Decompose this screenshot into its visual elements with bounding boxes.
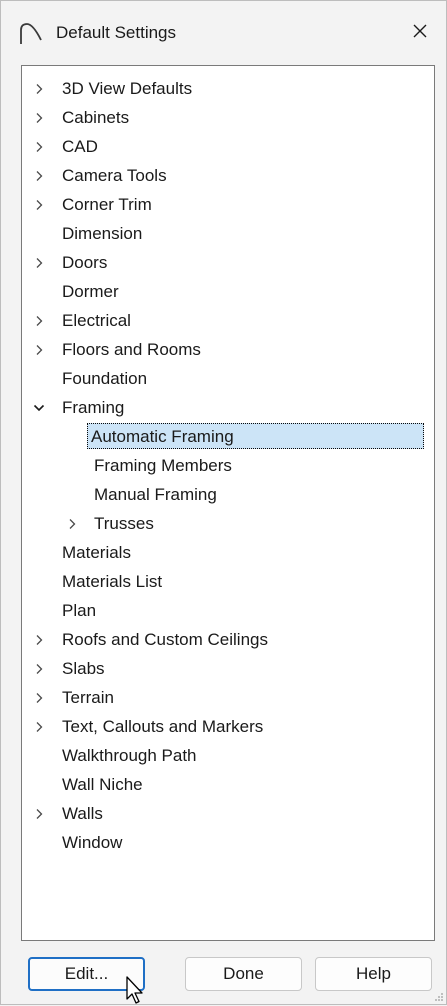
- chevron-down-icon[interactable]: [31, 395, 47, 421]
- chevron-right-icon[interactable]: [31, 627, 47, 653]
- chevron-right-icon[interactable]: [31, 337, 47, 363]
- tree-item[interactable]: Materials List: [22, 569, 434, 595]
- tree-item[interactable]: Roofs and Custom Ceilings: [22, 627, 434, 653]
- tree-item-label: Window: [62, 833, 123, 852]
- done-button[interactable]: Done: [185, 957, 302, 991]
- tree-item[interactable]: Terrain: [22, 685, 434, 711]
- tree-item[interactable]: Slabs: [22, 656, 434, 682]
- tree-item-label: Camera Tools: [62, 166, 167, 185]
- chevron-right-icon[interactable]: [31, 801, 47, 827]
- tree-item-label: Doors: [62, 253, 108, 272]
- tree-item-label: Cabinets: [62, 108, 130, 127]
- tree-item-label: Materials List: [62, 572, 163, 591]
- tree-item[interactable]: Foundation: [22, 366, 434, 392]
- tree-item-label: Dormer: [62, 282, 119, 301]
- chevron-right-icon[interactable]: [31, 105, 47, 131]
- chevron-right-icon[interactable]: [31, 192, 47, 218]
- edit-button[interactable]: Edit...: [28, 957, 145, 991]
- close-button[interactable]: [400, 13, 440, 49]
- tree-item[interactable]: Cabinets: [22, 105, 434, 131]
- tree-item[interactable]: Walls: [22, 801, 434, 827]
- tree-item[interactable]: 3D View Defaults: [22, 76, 434, 102]
- close-icon: [413, 24, 427, 38]
- tree-item-label: Terrain: [62, 688, 114, 707]
- tree-item-label: Floors and Rooms: [62, 340, 201, 359]
- tree-item-label: Text, Callouts and Markers: [62, 717, 264, 736]
- tree-item[interactable]: Camera Tools: [22, 163, 434, 189]
- tree-item-label: Trusses: [94, 514, 154, 533]
- tree-item-label: Framing: [62, 398, 125, 417]
- window-title: Default Settings: [56, 23, 177, 42]
- tree-item[interactable]: Window: [22, 830, 434, 856]
- help-button[interactable]: Help: [315, 957, 432, 991]
- tree-item-label: Wall Niche: [62, 775, 143, 794]
- chevron-right-icon[interactable]: [31, 76, 47, 102]
- tree-item[interactable]: Floors and Rooms: [22, 337, 434, 363]
- tree-item[interactable]: Wall Niche: [22, 772, 434, 798]
- tree-item[interactable]: Corner Trim: [22, 192, 434, 218]
- tree-item[interactable]: Automatic Framing: [22, 423, 434, 450]
- tree-item-label: Slabs: [62, 659, 105, 678]
- tree-item[interactable]: Manual Framing: [22, 482, 434, 508]
- tree-item[interactable]: Doors: [22, 250, 434, 276]
- tree-item-label: Automatic Framing: [87, 423, 424, 449]
- tree-item[interactable]: Electrical: [22, 308, 434, 334]
- tree-item-label: Framing Members: [94, 456, 232, 475]
- tree-item[interactable]: Framing: [22, 395, 434, 421]
- tree-item-label: Dimension: [62, 224, 143, 243]
- tree-item[interactable]: Walkthrough Path: [22, 743, 434, 769]
- chevron-right-icon[interactable]: [31, 714, 47, 740]
- tree-item[interactable]: Dimension: [22, 221, 434, 247]
- chevron-right-icon[interactable]: [64, 511, 80, 537]
- chevron-right-icon[interactable]: [31, 250, 47, 276]
- tree-item-label: Plan: [62, 601, 97, 620]
- resize-grip-icon[interactable]: [434, 992, 444, 1002]
- tree-item-label: Foundation: [62, 369, 148, 388]
- tree-item[interactable]: Plan: [22, 598, 434, 624]
- settings-tree[interactable]: 3D View Defaults Cabinets CAD Camera Tools C…: [21, 65, 435, 941]
- title-bar[interactable]: Default Settings: [1, 1, 446, 61]
- tree-item-label: 3D View Defaults: [62, 79, 193, 98]
- tree-item-label: CAD: [62, 137, 98, 156]
- tree-item[interactable]: Dormer: [22, 279, 434, 305]
- chevron-right-icon[interactable]: [31, 134, 47, 160]
- tree-item[interactable]: Trusses: [22, 511, 434, 537]
- default-settings-dialog: Default Settings 3D View Defaults Cabinet…: [0, 0, 447, 1005]
- tree-item-label: Walkthrough Path: [62, 746, 197, 765]
- app-logo-icon: [20, 23, 42, 44]
- tree-item[interactable]: Text, Callouts and Markers: [22, 714, 434, 740]
- tree-item[interactable]: CAD: [22, 134, 434, 160]
- tree-item-label: Materials: [62, 543, 131, 562]
- tree-item[interactable]: Materials: [22, 540, 434, 566]
- tree-item-label: Electrical: [62, 311, 131, 330]
- tree-item-label: Manual Framing: [94, 485, 217, 504]
- chevron-right-icon[interactable]: [31, 163, 47, 189]
- tree-item[interactable]: Framing Members: [22, 453, 434, 479]
- chevron-right-icon[interactable]: [31, 308, 47, 334]
- tree-item-label: Roofs and Custom Ceilings: [62, 630, 268, 649]
- chevron-right-icon[interactable]: [31, 685, 47, 711]
- tree-item-label: Corner Trim: [62, 195, 152, 214]
- chevron-right-icon[interactable]: [31, 656, 47, 682]
- tree-item-label: Walls: [62, 804, 103, 823]
